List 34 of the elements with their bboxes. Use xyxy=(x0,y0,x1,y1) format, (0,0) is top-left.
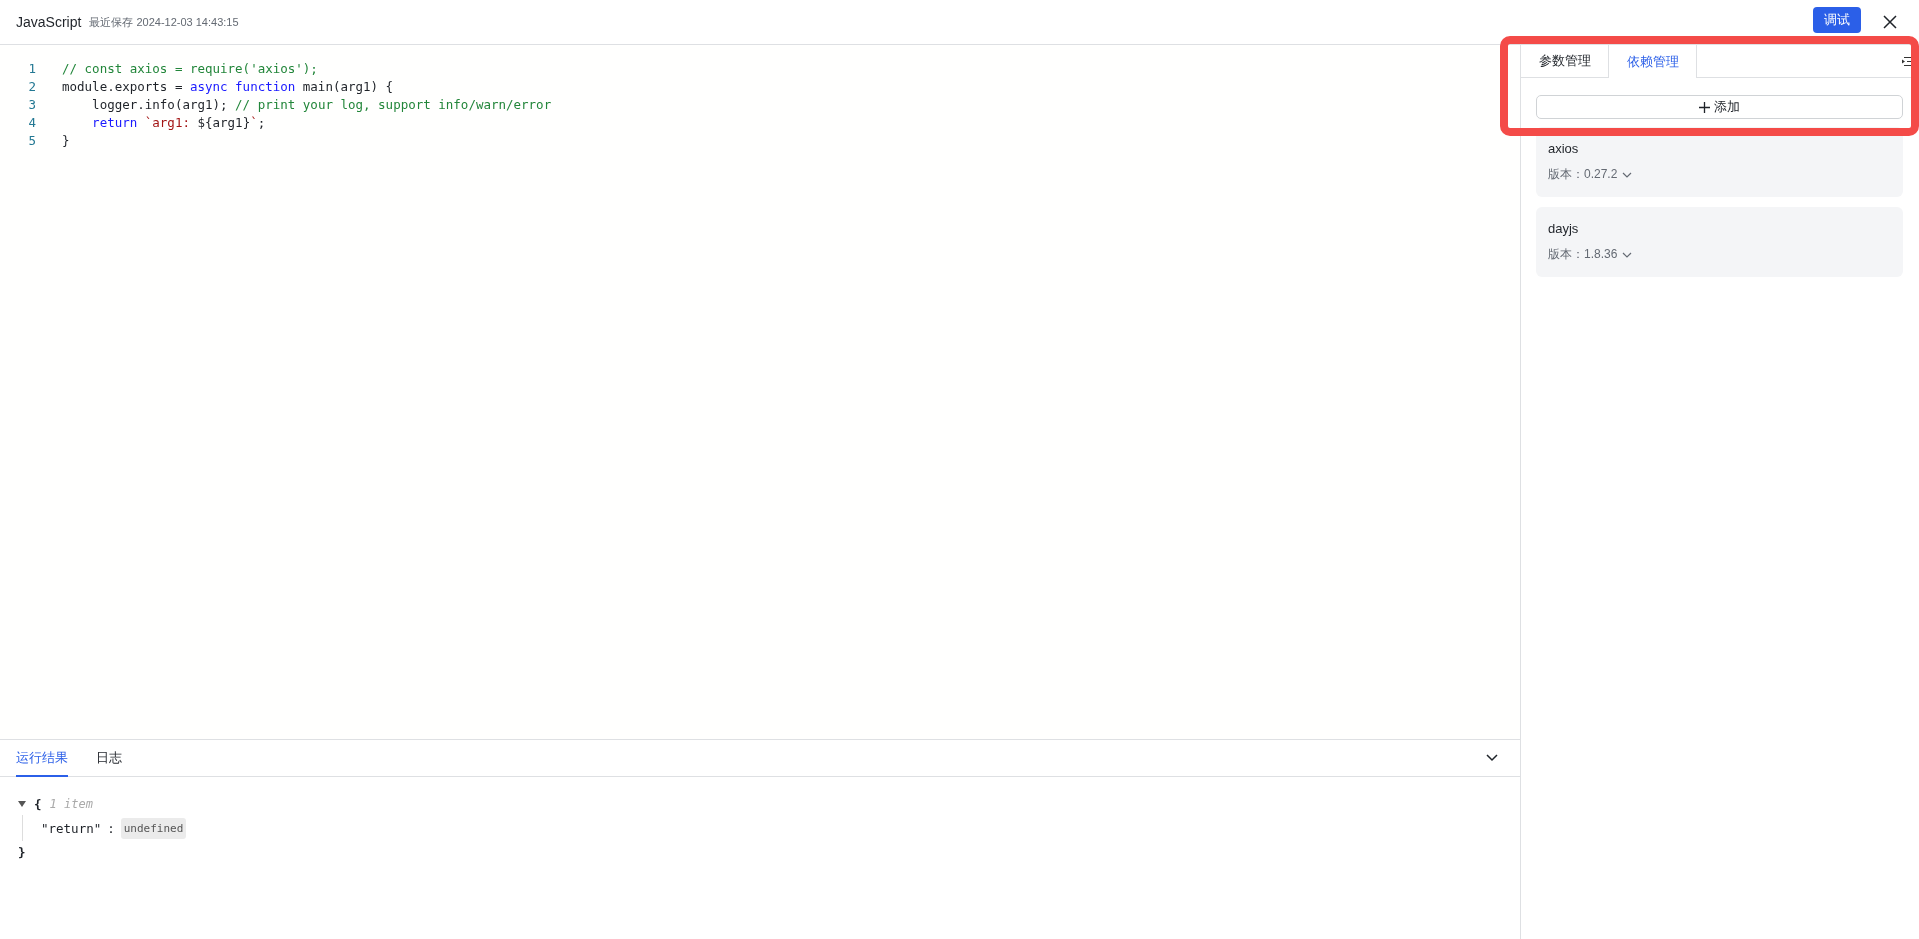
code-line: return `arg1: ${arg1}`; xyxy=(91,114,266,130)
editor-title: JavaScript xyxy=(16,14,82,30)
output-tab[interactable]: 运行结果 xyxy=(16,740,68,777)
panel-collapse-icon[interactable] xyxy=(1902,56,1913,66)
panel-tab[interactable]: 依赖管理 xyxy=(1609,45,1697,78)
json-value: undefined xyxy=(120,817,187,839)
line-number: 2 xyxy=(27,78,36,94)
chevron-down-icon xyxy=(1622,171,1633,178)
plus-icon xyxy=(1699,101,1710,113)
dependency-name: axios xyxy=(1548,141,1579,156)
code-line: } xyxy=(62,132,70,148)
line-number: 1 xyxy=(27,60,36,76)
item-count: 1 item xyxy=(49,797,93,811)
json-colon: : xyxy=(107,820,115,836)
version-select[interactable]: 版本：0.27.2 xyxy=(1548,166,1633,183)
version-select[interactable]: 版本：1.8.36 xyxy=(1548,246,1633,263)
json-key: "return" xyxy=(41,820,102,836)
line-number: 3 xyxy=(27,96,36,112)
line-number: 5 xyxy=(27,132,36,148)
code-line: module.exports = async function main(arg1) { xyxy=(62,78,394,94)
chevron-down-icon xyxy=(1622,251,1633,258)
output-tab[interactable]: 日志 xyxy=(96,740,122,777)
close-brace: } xyxy=(18,844,26,860)
collapse-icon[interactable] xyxy=(1486,754,1498,762)
code-line: logger.info(arg1); // print your log, support info/warn/error xyxy=(91,96,552,112)
debug-button[interactable]: 调试 xyxy=(1813,7,1861,33)
code-line: // const axios = require('axios'); xyxy=(62,60,318,76)
dependency-name: dayjs xyxy=(1548,221,1579,236)
open-brace: { xyxy=(34,796,42,812)
last-saved-time: 最近保存 2024-12-03 14:43:15 xyxy=(89,14,239,30)
line-number: 4 xyxy=(27,114,36,130)
expand-triangle-icon[interactable] xyxy=(18,801,26,807)
close-icon[interactable] xyxy=(1883,15,1897,29)
add-dependency-button[interactable]: 添加 xyxy=(1536,95,1903,119)
